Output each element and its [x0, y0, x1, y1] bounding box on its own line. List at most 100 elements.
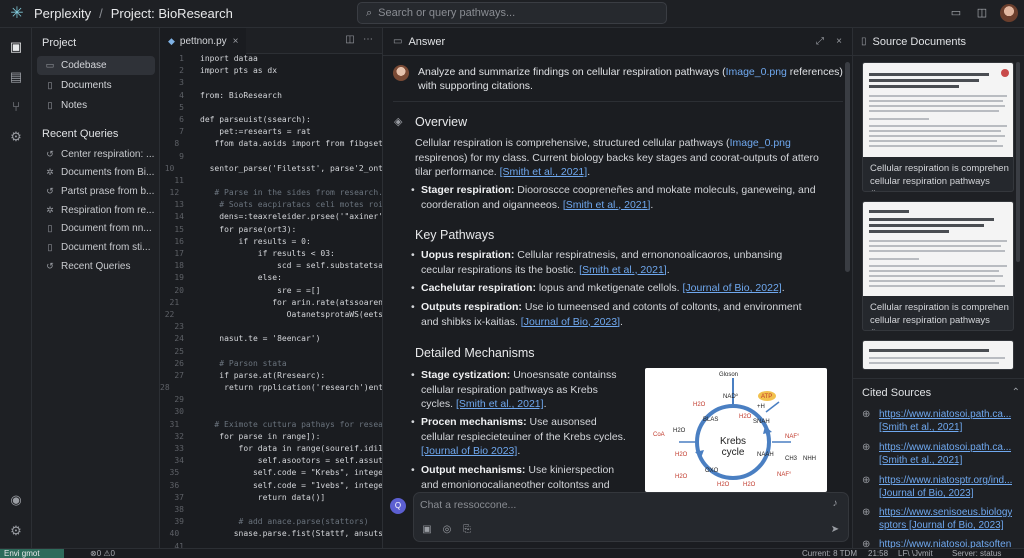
manage-gear-icon[interactable]: ⚙	[7, 522, 25, 540]
chevron-up-icon[interactable]: ⌃	[1012, 387, 1020, 398]
code-line[interactable]: 8 ffom data.aoids import from fibgset	[160, 139, 382, 151]
recent-query-item[interactable]: ✲ Documents from Bi...	[37, 163, 155, 181]
source-document-card[interactable]: Cellular respiration is comprehen cellul…	[862, 62, 1014, 192]
split-editor-icon[interactable]: ◫	[343, 33, 357, 47]
code-line[interactable]: 28 return rpplication('research')ent	[160, 383, 382, 395]
code-line[interactable]: 1 inport dataa	[160, 54, 382, 66]
citation-link[interactable]: [Smith et al., 2021]	[563, 199, 651, 211]
code-line[interactable]: 3	[160, 78, 382, 90]
project-breadcrumb[interactable]: Project: BioResearch	[111, 6, 233, 21]
search-bar[interactable]: ⌕	[357, 2, 667, 24]
code-line[interactable]: 25	[160, 347, 382, 359]
citation-link[interactable]: [Smith et al., 2021]	[579, 264, 667, 276]
source-url[interactable]: https://www.niatosoi.path.ca...	[879, 408, 1011, 421]
more-options-icon[interactable]: ⋯	[361, 33, 375, 47]
code-line[interactable]: 18 scd = self.substatetsa	[160, 261, 382, 273]
code-line[interactable]: 16 if results = 0:	[160, 237, 382, 249]
code-line[interactable]: 9	[160, 152, 382, 164]
image-reference-link[interactable]: Image_0.png	[726, 66, 787, 78]
code-line[interactable]: 27 if parse.at(Rresearc):	[160, 371, 382, 383]
cited-source-item[interactable]: ⊕ https://www.niatosoi.path.ca... [Smith …	[862, 441, 1020, 467]
microphone-icon[interactable]: ♪	[828, 497, 842, 511]
source-document-card[interactable]: Cellular respiration is comprehen cellul…	[862, 201, 1014, 331]
source-document-card[interactable]	[862, 340, 1014, 370]
voice-icon[interactable]: ◎	[440, 523, 454, 537]
source-url[interactable]: https://www.niatosoi.patsoften	[879, 538, 1011, 548]
code-line[interactable]: 15 for parse(ort3):	[160, 225, 382, 237]
citation-link[interactable]: [Smith et al., 2021]	[500, 166, 588, 178]
cited-source-item[interactable]: ⊕ https://www.senisoeus.biology sptors [J…	[862, 506, 1020, 532]
code-line[interactable]: 29	[160, 395, 382, 407]
code-line[interactable]: 23	[160, 322, 382, 334]
server-status[interactable]: Server: status	[952, 549, 1001, 558]
settings-gear-icon[interactable]: ⚙	[7, 128, 25, 146]
editor-tab[interactable]: ◆ pettnon.py ×	[160, 28, 247, 54]
user-avatar[interactable]	[1000, 4, 1018, 22]
code-line[interactable]: 34 self.asootors = self.assut	[160, 456, 382, 468]
search-input[interactable]	[378, 7, 639, 19]
status-encoding[interactable]: LF\ \Jvmit	[898, 549, 933, 558]
citation-link[interactable]: [Journal of Bio, 2022]	[682, 282, 781, 294]
code-line[interactable]: 38	[160, 505, 382, 517]
code-line[interactable]: 2 import pts as dx	[160, 66, 382, 78]
code-line[interactable]: 37 return data()]	[160, 493, 382, 505]
code-line[interactable]: 13 # Soats eacpiratacs celi motes roi	[160, 200, 382, 212]
krebs-cycle-figure[interactable]: Krebs cycle Gloson NADº H2O H2O CoA BLAS…	[645, 368, 827, 492]
cited-source-item[interactable]: ⊕ https://www.niatosoi.patsoften	[862, 538, 1020, 548]
sources-scrollbar[interactable]	[1016, 62, 1020, 262]
code-line[interactable]: 36 self.code = "1vebs", intege	[160, 481, 382, 493]
chat-box[interactable]: ♪ ▣ ◎ ⎘ ➤	[413, 492, 849, 542]
recent-query-item[interactable]: ▯ Document from sti...	[37, 238, 155, 256]
sidebar-item-documents[interactable]: ▯ Documents	[37, 76, 155, 95]
perplexity-logo-icon[interactable]: ✳	[8, 5, 26, 23]
source-citation[interactable]: [Smith et al., 2021]	[879, 454, 1011, 467]
expand-icon[interactable]: ⤢	[813, 35, 827, 49]
code-line[interactable]: 6 def parseuist(ssearch):	[160, 115, 382, 127]
answer-scrollbar[interactable]	[845, 62, 850, 272]
close-tab-icon[interactable]: ×	[233, 36, 239, 47]
code-line[interactable]: 19 else:	[160, 273, 382, 285]
code-line[interactable]: 26 # Parson stata	[160, 359, 382, 371]
problems-indicator[interactable]: ⊗0 ⚠0	[90, 549, 115, 558]
code-line[interactable]: 24 nasut.te = '8eencar')	[160, 334, 382, 346]
code-line[interactable]: 31 # Eximote cuttura pathays for resea	[160, 420, 382, 432]
recent-query-item[interactable]: ✲ Respiration from re...	[37, 201, 155, 219]
source-url[interactable]: https://www.niatosoi.path.ca...	[879, 441, 1011, 454]
code-line[interactable]: 4 from: BioResearch	[160, 91, 382, 103]
recent-query-item[interactable]: ↺ Recent Queries	[37, 257, 155, 275]
file-icon[interactable]: ▤	[7, 68, 25, 86]
citation-link[interactable]: [Journal of Bio 2023]	[421, 445, 517, 457]
code-line[interactable]: 35 self.code = "Krebs", intege	[160, 468, 382, 480]
attach-icon[interactable]: ⎘	[460, 523, 474, 537]
notification-icon[interactable]: ◫	[974, 5, 990, 21]
code-line[interactable]: 14 dens=:teaxreleider.prsee('"axiner'	[160, 212, 382, 224]
code-line[interactable]: 5	[160, 103, 382, 115]
environment-indicator[interactable]: Envi gmot	[0, 549, 64, 558]
code-line[interactable]: 40 snase.parse.fist(Stattf, ansuts	[160, 529, 382, 541]
folder-icon[interactable]: ▣	[7, 38, 25, 56]
sidebar-item-codebase[interactable]: ▭ Codebase	[37, 56, 155, 75]
account-icon[interactable]: ◉	[7, 491, 25, 509]
branch-icon[interactable]: ⑂	[7, 98, 25, 116]
source-citation[interactable]: [Smith et al., 2021]	[879, 421, 1011, 434]
code-line[interactable]: 10 sentor_parse('Filetsst', parse'2_ont	[160, 164, 382, 176]
recent-query-item[interactable]: ↺ Partst prase from b...	[37, 182, 155, 200]
code-line[interactable]: 32 for parse in range]):	[160, 432, 382, 444]
code-line[interactable]: 30	[160, 407, 382, 419]
close-icon[interactable]: ×	[832, 35, 846, 49]
code-line[interactable]: 20 sre = =[]	[160, 286, 382, 298]
source-url[interactable]: https://www.niatosptr.org/ind...	[879, 474, 1012, 487]
cited-source-item[interactable]: ⊕ https://www.niatosptr.org/ind... [Journ…	[862, 474, 1020, 500]
code-lines[interactable]: 1 inport dataa 2 import pts as dx 3 4 from: Bi…	[160, 54, 382, 548]
chat-input[interactable]	[420, 499, 800, 511]
code-line[interactable]: 21 for arin.rate(atssoaren	[160, 298, 382, 310]
recent-query-item[interactable]: ↺ Center respiration: ...	[37, 145, 155, 163]
citation-link[interactable]: [Journal of Bio, 2023]	[521, 316, 620, 328]
code-line[interactable]: 17 if results < 03:	[160, 249, 382, 261]
sidebar-item-notes[interactable]: ▯ Notes	[37, 96, 155, 115]
source-url[interactable]: https://www.senisoeus.biology	[879, 506, 1012, 519]
code-line[interactable]: 11	[160, 176, 382, 188]
code-line[interactable]: 12 # Parse in the sides from research.	[160, 188, 382, 200]
code-line[interactable]: 33 for data in range(soureif.idi1	[160, 444, 382, 456]
chat-bubble-icon[interactable]: ▭	[948, 5, 964, 21]
